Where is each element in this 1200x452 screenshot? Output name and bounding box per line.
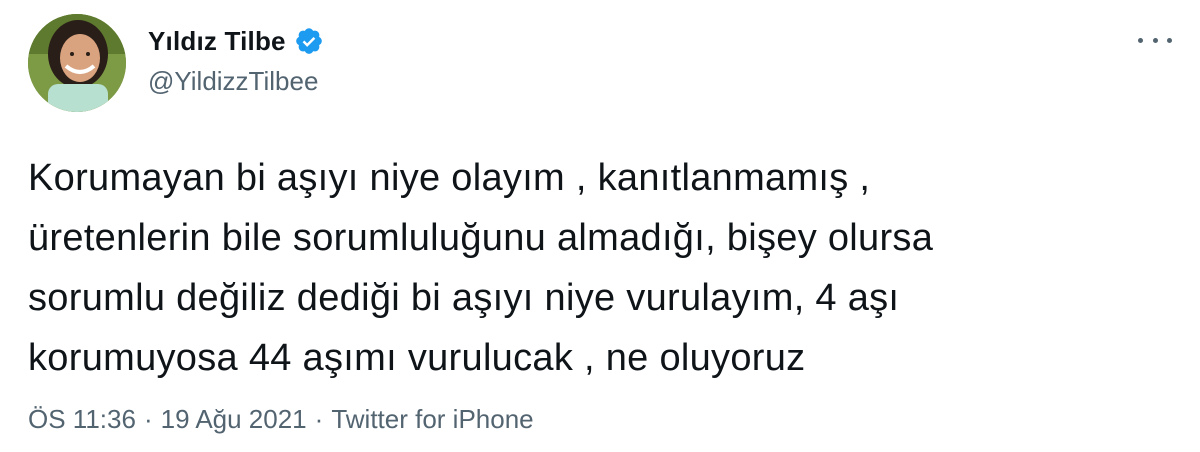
tweet-source-link[interactable]: Twitter for iPhone	[331, 404, 533, 435]
display-name[interactable]: Yıldız Tilbe	[148, 26, 286, 57]
tweet-card: Yıldız Tilbe @YildizzTilbee Korumayan bi…	[0, 0, 1200, 452]
tweet-date-link[interactable]: 19 Ağu 2021	[161, 404, 307, 435]
tweet-meta: ÖS 11:36 · 19 Ağu 2021 · Twitter for iPh…	[28, 404, 534, 435]
tweet-text: Korumayan bi aşıyı niye olayım , kanıtla…	[28, 157, 934, 379]
handle[interactable]: @YildizzTilbee	[148, 66, 324, 97]
more-options-button[interactable]	[1138, 28, 1172, 52]
more-horizontal-icon	[1138, 37, 1143, 43]
avatar[interactable]	[28, 14, 126, 112]
more-horizontal-icon-dot	[1167, 37, 1172, 43]
tweet-author: Yıldız Tilbe @YildizzTilbee	[148, 24, 324, 97]
meta-separator: ·	[314, 404, 324, 434]
avatar-photo	[28, 14, 126, 112]
name-row: Yıldız Tilbe	[148, 24, 324, 58]
tweet-time-link[interactable]: ÖS 11:36	[28, 404, 136, 435]
meta-separator: ·	[143, 404, 153, 434]
more-horizontal-icon-dot	[1152, 37, 1158, 43]
verified-badge-icon	[294, 26, 324, 56]
